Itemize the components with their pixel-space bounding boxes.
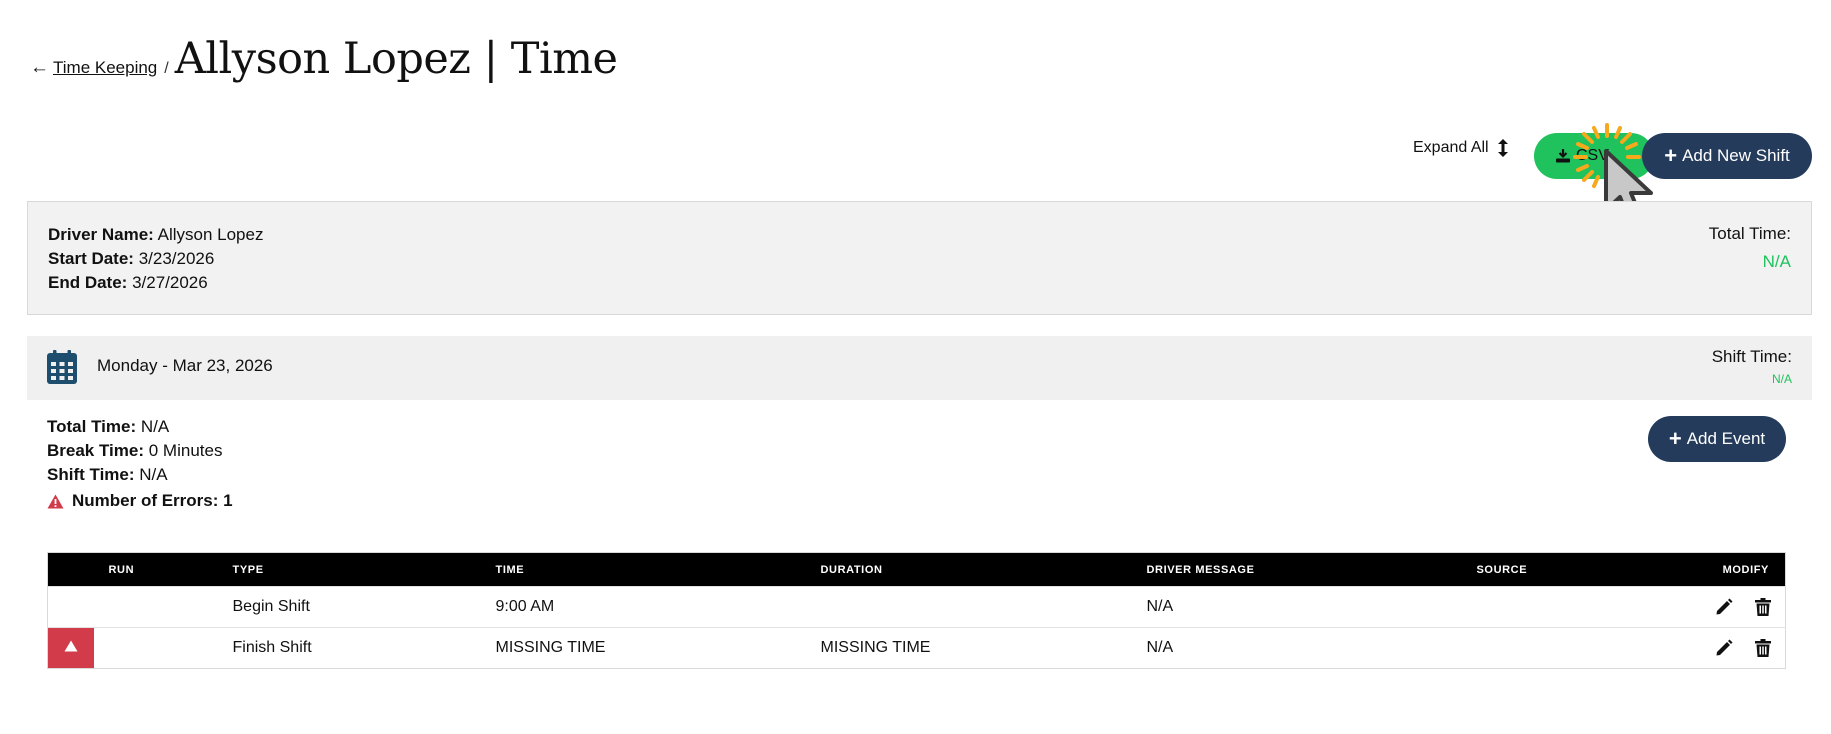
cell-type: Begin Shift <box>232 586 496 628</box>
day-total-time-label: Total Time: <box>47 417 137 436</box>
up-down-arrow-icon <box>1497 139 1509 157</box>
breadcrumb: ← Time Keeping / Allyson Lopez | Time <box>30 34 618 84</box>
start-date-line: Start Date: 3/23/2026 <box>48 249 214 269</box>
trash-icon[interactable] <box>1755 639 1771 657</box>
breadcrumb-link-time-keeping[interactable]: Time Keeping <box>53 58 157 78</box>
total-time-label: Total Time: <box>1708 224 1791 243</box>
driver-name-label: Driver Name: <box>48 225 154 244</box>
header-driver-message[interactable]: DRIVER MESSAGE <box>1146 552 1477 587</box>
add-new-shift-button[interactable]: + Add New Shift <box>1642 133 1812 179</box>
csv-label: CSV <box>1576 147 1609 164</box>
calendar-icon <box>47 350 77 384</box>
day-header[interactable]: Monday - Mar 23, 2026 Shift Time: N/A <box>27 336 1812 400</box>
expand-all-label: Expand All <box>1413 139 1489 156</box>
cell-time: 9:00 AM <box>495 586 821 628</box>
day-total-time-value: N/A <box>140 417 170 436</box>
download-icon <box>1556 149 1570 163</box>
trash-icon[interactable] <box>1755 598 1771 616</box>
add-new-shift-label: Add New Shift <box>1682 146 1790 165</box>
back-arrow-icon[interactable]: ← <box>30 57 49 79</box>
plus-icon: + <box>1668 426 1682 451</box>
driver-summary-panel: Driver Name: Allyson Lopez Start Date: 3… <box>27 201 1812 315</box>
cell-duration: MISSING TIME <box>820 627 1147 669</box>
cell-time: MISSING TIME <box>495 627 821 669</box>
cell-duration <box>820 586 1147 628</box>
shift-time-label: Shift Time: <box>1711 347 1792 366</box>
add-event-button[interactable]: + Add Event <box>1648 416 1786 462</box>
day-label: Monday - Mar 23, 2026 <box>97 356 273 375</box>
warning-triangle-icon <box>64 640 78 652</box>
driver-name-line: Driver Name: Allyson Lopez <box>48 225 263 245</box>
page-title: Allyson Lopez | Time <box>174 34 618 84</box>
row-error-flag <box>47 627 94 669</box>
driver-name-value: Allyson Lopez <box>157 225 264 244</box>
pencil-icon[interactable] <box>1715 639 1733 657</box>
add-event-label: Add Event <box>1686 429 1766 448</box>
cell-run <box>93 627 233 669</box>
table-row: Begin Shift 9:00 AM N/A <box>47 586 1786 628</box>
events-table: RUN TYPE TIME DURATION DRIVER MESSAGE SO… <box>47 552 1786 669</box>
day-total-time: Total Time: N/A <box>47 417 169 437</box>
cell-driver-message: N/A <box>1146 627 1477 669</box>
row-flag-cell <box>47 586 94 628</box>
cell-run <box>93 586 233 628</box>
cell-driver-message: N/A <box>1146 586 1477 628</box>
start-date-value: 3/23/2026 <box>138 249 215 268</box>
cell-modify <box>1676 586 1786 628</box>
day-break-time-label: Break Time: <box>47 441 145 460</box>
header-duration[interactable]: DURATION <box>820 552 1147 587</box>
cell-type: Finish Shift <box>232 627 496 669</box>
day-break-time: Break Time: 0 Minutes <box>47 441 222 461</box>
start-date-label: Start Date: <box>48 249 134 268</box>
cell-modify <box>1676 627 1786 669</box>
end-date-line: End Date: 3/27/2026 <box>48 273 208 293</box>
error-count-label: Number of Errors: 1 <box>72 491 233 510</box>
cell-source <box>1476 627 1677 669</box>
csv-download-button[interactable]: CSV <box>1534 133 1654 179</box>
day-shift-time-value: N/A <box>139 465 168 484</box>
shift-time-value: N/A <box>1771 372 1792 386</box>
pencil-icon[interactable] <box>1715 598 1733 616</box>
cell-source <box>1476 586 1677 628</box>
warning-triangle-icon <box>47 494 64 508</box>
day-break-time-value: 0 Minutes <box>148 441 223 460</box>
header-type[interactable]: TYPE <box>232 552 496 587</box>
day-shift-time: Shift Time: N/A <box>47 465 168 485</box>
error-count: Number of Errors: 1 <box>47 491 233 511</box>
plus-icon: + <box>1664 143 1678 168</box>
header-flag <box>47 552 94 587</box>
header-modify: MODIFY <box>1676 552 1786 587</box>
expand-all-button[interactable]: Expand All <box>1413 139 1509 157</box>
end-date-value: 3/27/2026 <box>132 273 208 292</box>
breadcrumb-separator: / <box>164 60 169 77</box>
header-time[interactable]: TIME <box>495 552 821 587</box>
table-header-row: RUN TYPE TIME DURATION DRIVER MESSAGE SO… <box>47 552 1786 587</box>
total-time-value: N/A <box>1762 252 1791 271</box>
end-date-label: End Date: <box>48 273 128 292</box>
header-run[interactable]: RUN <box>93 552 233 587</box>
header-source[interactable]: SOURCE <box>1476 552 1677 587</box>
day-shift-time-label: Shift Time: <box>47 465 135 484</box>
table-row: Finish Shift MISSING TIME MISSING TIME N… <box>47 627 1786 669</box>
